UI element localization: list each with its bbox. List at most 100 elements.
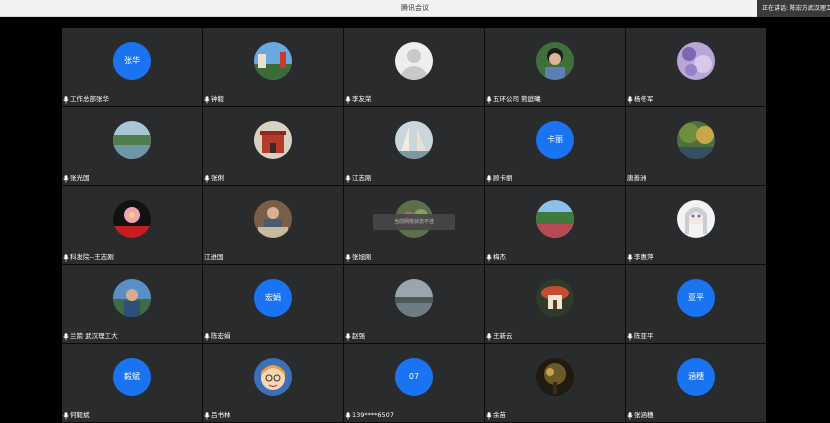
participant-tile[interactable]: 兰箭 武汉理工大 (62, 265, 202, 343)
participant-nameplate: 唐善洲 (627, 174, 647, 183)
participant-avatar-initials: 张华 (113, 42, 151, 80)
participant-nameplate: 顾卡丽 (486, 174, 513, 183)
participant-avatar-photo (254, 358, 292, 396)
participant-tile[interactable]: 江进国 (203, 186, 343, 264)
participant-name: 赵强 (352, 332, 365, 340)
participant-tile[interactable]: 江志刚 (344, 107, 484, 185)
participant-tile[interactable]: 涵穗张涵穗 (626, 344, 766, 422)
microphone-icon (345, 95, 351, 104)
participant-tile[interactable]: 王新云 (485, 265, 625, 343)
microphone-icon (204, 95, 210, 104)
participant-avatar-photo (536, 358, 574, 396)
participant-nameplate: 张光国 (63, 174, 90, 183)
participant-tile[interactable]: 梅杰 (485, 186, 625, 264)
microphone-icon (486, 95, 492, 104)
participant-name: 李友荣 (352, 95, 372, 103)
participant-nameplate: 张俐 (204, 174, 224, 183)
participant-nameplate: 梅杰 (486, 253, 506, 262)
participant-tile[interactable]: 钟毅 (203, 28, 343, 106)
microphone-icon (63, 253, 69, 262)
microphone-icon (486, 174, 492, 183)
participant-avatar-initials: 卡丽 (536, 121, 574, 159)
participant-nameplate: 李友荣 (345, 95, 372, 104)
participant-name: 梅杰 (493, 253, 506, 261)
participant-nameplate: 江志刚 (345, 174, 372, 183)
participant-tile[interactable]: 张旭刚 当前网络状态不佳 (344, 186, 484, 264)
participant-avatar-initials: 07 (395, 358, 433, 396)
participant-avatar-photo (677, 121, 715, 159)
participant-avatar-photo (254, 200, 292, 238)
participant-tile[interactable]: 赵强 (344, 265, 484, 343)
participant-tile[interactable]: 唐善洲 (626, 107, 766, 185)
participant-nameplate: 陈亚平 (627, 332, 654, 341)
participant-tile[interactable]: 李友荣 (344, 28, 484, 106)
participant-nameplate: 科发院--王志刚 (63, 253, 114, 262)
participant-name: 张俐 (211, 174, 224, 182)
speaking-indicator: 正在讲话: 陈宏方武汉理工 (757, 0, 830, 17)
participant-name: 科发院--王志刚 (70, 253, 114, 261)
participant-nameplate: 张涵穗 (627, 411, 654, 420)
microphone-icon (486, 411, 492, 420)
participant-tile[interactable]: 杨冬军 (626, 28, 766, 106)
microphone-icon (486, 253, 492, 262)
participant-tile[interactable]: 余苗 (485, 344, 625, 422)
microphone-icon (204, 411, 210, 420)
network-warning-toast: 当前网络状态不佳 (373, 214, 455, 230)
participant-name: 顾卡丽 (493, 174, 513, 182)
participant-avatar-photo (395, 279, 433, 317)
participant-name: 张光国 (70, 174, 90, 182)
participant-nameplate: 李惠萍 (627, 253, 654, 262)
participant-name: 五环公司 熊庭曦 (493, 95, 541, 103)
participant-tile[interactable]: 李惠萍 (626, 186, 766, 264)
participant-nameplate: 吕书林 (204, 411, 231, 420)
microphone-icon (63, 95, 69, 104)
participant-tile[interactable]: 毅斌 何毅斌 (62, 344, 202, 422)
participant-name: 张旭刚 (352, 253, 372, 261)
microphone-icon (486, 332, 492, 341)
participant-tile[interactable]: 07 139****6507 (344, 344, 484, 422)
participant-tile[interactable]: 张俐 (203, 107, 343, 185)
microphone-icon (204, 174, 210, 183)
microphone-icon (627, 332, 633, 341)
window-title: 腾讯会议 (401, 4, 429, 12)
participant-avatar-photo (395, 121, 433, 159)
participant-avatar-photo (113, 200, 151, 238)
participant-tile[interactable]: 宏娟 陈宏娟 (203, 265, 343, 343)
participant-name: 余苗 (493, 411, 506, 419)
participant-nameplate: 五环公司 熊庭曦 (486, 95, 541, 104)
participant-name: 唐善洲 (627, 174, 647, 182)
participant-name: 钟毅 (211, 95, 224, 103)
participant-name: 兰箭 武汉理工大 (70, 332, 118, 340)
participant-avatar-photo (254, 121, 292, 159)
participant-nameplate: 兰箭 武汉理工大 (63, 332, 118, 341)
participant-nameplate: 139****6507 (345, 411, 394, 420)
default-avatar-icon (395, 42, 433, 80)
microphone-icon (63, 174, 69, 183)
participant-nameplate: 陈宏娟 (204, 332, 231, 341)
microphone-icon (345, 174, 351, 183)
participant-name: 何毅斌 (70, 411, 90, 419)
participant-avatar-initials: 亚平 (677, 279, 715, 317)
participant-tile[interactable]: 张光国 (62, 107, 202, 185)
participant-name: 张涵穗 (634, 411, 654, 419)
participant-grid: 张华 工作总部张华 钟毅 李友荣 五环公司 熊庭曦 杨冬军 张光国 张俐 江志刚 卡丽 顾卡丽 唐善洲… (62, 28, 766, 423)
participant-tile[interactable]: 五环公司 熊庭曦 (485, 28, 625, 106)
participant-nameplate: 王新云 (486, 332, 513, 341)
microphone-icon (627, 253, 633, 262)
participant-tile[interactable]: 张华工作总部张华 (62, 28, 202, 106)
title-bar: 腾讯会议 (0, 0, 830, 17)
participant-name: 李惠萍 (634, 253, 654, 261)
participant-avatar-photo (677, 42, 715, 80)
microphone-icon (345, 332, 351, 341)
participant-tile[interactable]: 亚平陈亚平 (626, 265, 766, 343)
participant-tile[interactable]: 吕书林 (203, 344, 343, 422)
participant-nameplate: 工作总部张华 (63, 95, 109, 104)
participant-nameplate: 赵强 (345, 332, 365, 341)
participant-tile[interactable]: 科发院--王志刚 (62, 186, 202, 264)
participant-name: 杨冬军 (634, 95, 654, 103)
participant-avatar-initials: 涵穗 (677, 358, 715, 396)
participant-nameplate: 何毅斌 (63, 411, 90, 420)
participant-name: 139****6507 (352, 411, 394, 419)
microphone-icon (63, 332, 69, 341)
participant-tile[interactable]: 卡丽顾卡丽 (485, 107, 625, 185)
